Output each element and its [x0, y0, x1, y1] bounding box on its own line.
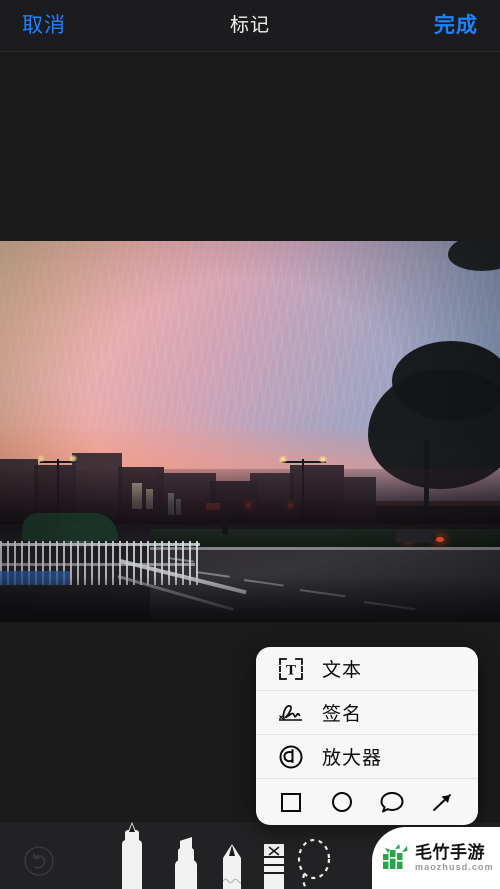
- page-title: 标记: [229, 15, 270, 36]
- menu-item-signature-label: 签名: [322, 704, 363, 725]
- menu-item-text[interactable]: T 文本: [256, 647, 478, 691]
- lasso-tool-icon[interactable]: [292, 822, 336, 889]
- green-tent-left: [22, 513, 118, 541]
- done-button[interactable]: 完成: [434, 12, 478, 40]
- arrow-shape-icon[interactable]: [424, 785, 462, 819]
- fence-rail-top-left: [0, 543, 200, 546]
- lamp-light-center-a: [278, 456, 288, 463]
- signature-icon: [274, 698, 308, 728]
- photo-image[interactable]: [0, 241, 500, 622]
- lamp-light-center-b: [318, 456, 328, 463]
- navigation-bar: 取消 标记 完成: [0, 0, 500, 52]
- median-rail: [150, 547, 500, 550]
- speech-bubble-shape-icon[interactable]: [373, 785, 411, 819]
- magnifier-icon: [274, 742, 308, 772]
- svg-text:T: T: [286, 662, 296, 678]
- photo-bottom-fade: [0, 576, 500, 622]
- tree-canopy-right-upper: [392, 341, 500, 421]
- markup-screen: 取消 标记 完成 T 文本 签名 放大器 毛竹手游 maozhusd.com: [0, 0, 500, 889]
- pedestrian-silhouette: [222, 517, 228, 535]
- pencil-tool-icon[interactable]: [218, 822, 246, 889]
- circle-shape-icon[interactable]: [323, 785, 361, 819]
- fence-rail-mid-left: [0, 563, 195, 566]
- lamp-light-left-b: [68, 455, 78, 462]
- square-shape-icon[interactable]: [272, 785, 310, 819]
- shape-tools-row: [256, 779, 478, 825]
- median-hedge: [150, 529, 500, 547]
- car-silhouette-2: [396, 529, 436, 542]
- lamp-light-left-a: [36, 455, 46, 462]
- pen-tool-icon[interactable]: [118, 822, 146, 889]
- menu-item-magnifier[interactable]: 放大器: [256, 735, 478, 779]
- eraser-tool-icon[interactable]: [262, 822, 286, 889]
- highlighter-tool-icon[interactable]: [172, 822, 200, 889]
- taillight-2: [436, 537, 444, 542]
- undo-icon[interactable]: [23, 845, 55, 877]
- markup-tools-popup[interactable]: T 文本 签名 放大器: [256, 647, 478, 825]
- menu-item-signature[interactable]: 签名: [256, 691, 478, 735]
- markup-toolbar: [0, 822, 500, 889]
- menu-item-text-label: 文本: [322, 660, 363, 681]
- text-box-icon: T: [274, 654, 308, 684]
- menu-item-magnifier-label: 放大器: [322, 748, 383, 769]
